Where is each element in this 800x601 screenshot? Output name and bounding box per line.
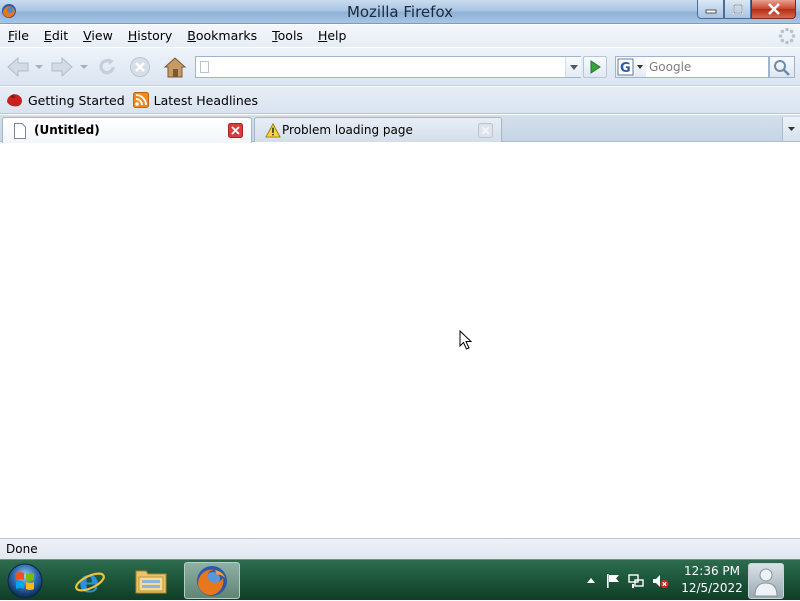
url-bar[interactable] — [195, 56, 581, 78]
search-icon — [774, 60, 790, 76]
clock[interactable]: 12:36 PM 12/5/2022 — [680, 563, 744, 597]
taskbar-file-explorer[interactable] — [123, 562, 179, 599]
minimize-icon — [705, 9, 716, 14]
go-button[interactable] — [583, 56, 607, 78]
firefox-icon — [7, 94, 22, 107]
forward-history-dropdown[interactable] — [78, 54, 90, 80]
window-title: Mozilla Firefox — [346, 3, 454, 21]
page-content[interactable] — [0, 143, 800, 538]
show-hidden-icons-icon[interactable] — [582, 572, 600, 590]
menu-edit[interactable]: Edit — [36, 25, 75, 47]
search-button[interactable] — [769, 56, 795, 78]
chevron-down-icon — [788, 127, 795, 131]
menu-bar: File Edit View History Bookmarks Tools H… — [0, 25, 800, 47]
bookmark-latest-headlines[interactable]: Latest Headlines — [128, 89, 261, 111]
blank-page-icon — [14, 123, 26, 139]
tab-label: (Untitled) — [34, 123, 100, 137]
bookmarks-toolbar: Getting Started Latest Headlines — [0, 87, 800, 114]
tab-close-icon[interactable] — [478, 123, 493, 138]
restore-icon — [732, 4, 743, 14]
forward-button[interactable] — [48, 54, 76, 80]
chevron-down-icon — [80, 65, 88, 69]
taskbar-internet-explorer[interactable]: e — [62, 562, 118, 599]
menu-file[interactable]: File — [0, 25, 36, 47]
menu-history[interactable]: History — [120, 25, 179, 47]
network-icon[interactable] — [627, 572, 645, 590]
close-button[interactable] — [751, 0, 796, 19]
stop-button[interactable] — [127, 54, 153, 80]
volume-muted-icon[interactable] — [651, 572, 669, 590]
search-engine-selector[interactable]: G — [615, 56, 647, 78]
page-icon — [200, 61, 209, 73]
tab-untitled[interactable]: (Untitled) — [2, 117, 252, 143]
reload-button[interactable] — [94, 54, 120, 80]
tab-strip: (Untitled) Problem loading page — [0, 115, 800, 143]
throbber-icon — [778, 27, 796, 45]
tab-label: Problem loading page — [282, 123, 413, 137]
maximize-button[interactable] — [724, 0, 751, 19]
user-tile[interactable] — [748, 563, 784, 599]
clock-time: 12:36 PM — [684, 564, 740, 578]
firefox-icon — [197, 565, 227, 596]
taskbar: e 12:36 PM 12/5/2022 — [0, 559, 800, 600]
url-history-dropdown[interactable] — [565, 57, 581, 77]
menu-view[interactable]: View — [75, 25, 120, 47]
status-text: Done — [6, 542, 38, 556]
start-button[interactable] — [5, 561, 45, 601]
warning-icon — [265, 123, 281, 138]
clock-date: 12/5/2022 — [681, 581, 743, 595]
menu-help[interactable]: Help — [310, 25, 354, 47]
internet-explorer-icon: e — [75, 564, 105, 598]
minimize-button[interactable] — [697, 0, 724, 19]
search-box[interactable] — [646, 56, 769, 78]
chevron-down-icon — [35, 65, 43, 69]
url-input[interactable] — [212, 59, 562, 75]
system-tray — [580, 560, 680, 601]
reload-icon — [99, 58, 115, 75]
search-input[interactable] — [649, 58, 767, 76]
all-tabs-button[interactable] — [782, 117, 800, 141]
tab-close-icon[interactable] — [228, 123, 243, 138]
menu-bookmarks[interactable]: Bookmarks — [179, 25, 264, 47]
home-button[interactable] — [161, 54, 189, 80]
back-history-dropdown[interactable] — [33, 54, 45, 80]
svg-text:G: G — [620, 61, 631, 76]
rss-feed-icon — [132, 92, 149, 108]
mouse-cursor-icon — [459, 330, 473, 350]
home-icon — [163, 57, 187, 78]
bookmark-getting-started[interactable]: Getting Started — [2, 89, 128, 111]
menu-tools[interactable]: Tools — [264, 25, 310, 47]
tab-problem-loading[interactable]: Problem loading page — [254, 117, 502, 142]
action-center-flag-icon[interactable] — [604, 572, 622, 590]
user-icon — [754, 568, 778, 597]
back-arrow-icon — [7, 56, 29, 78]
go-arrow-icon — [590, 60, 601, 74]
google-icon: G — [617, 58, 643, 76]
title-bar: Mozilla Firefox — [0, 0, 800, 24]
chevron-down-icon — [570, 65, 578, 70]
folder-icon — [135, 570, 167, 593]
close-icon — [767, 3, 780, 15]
forward-arrow-icon — [51, 56, 73, 78]
status-bar: Done — [0, 538, 800, 559]
taskbar-firefox[interactable] — [184, 562, 240, 599]
back-button[interactable] — [4, 54, 32, 80]
stop-icon — [130, 57, 150, 77]
